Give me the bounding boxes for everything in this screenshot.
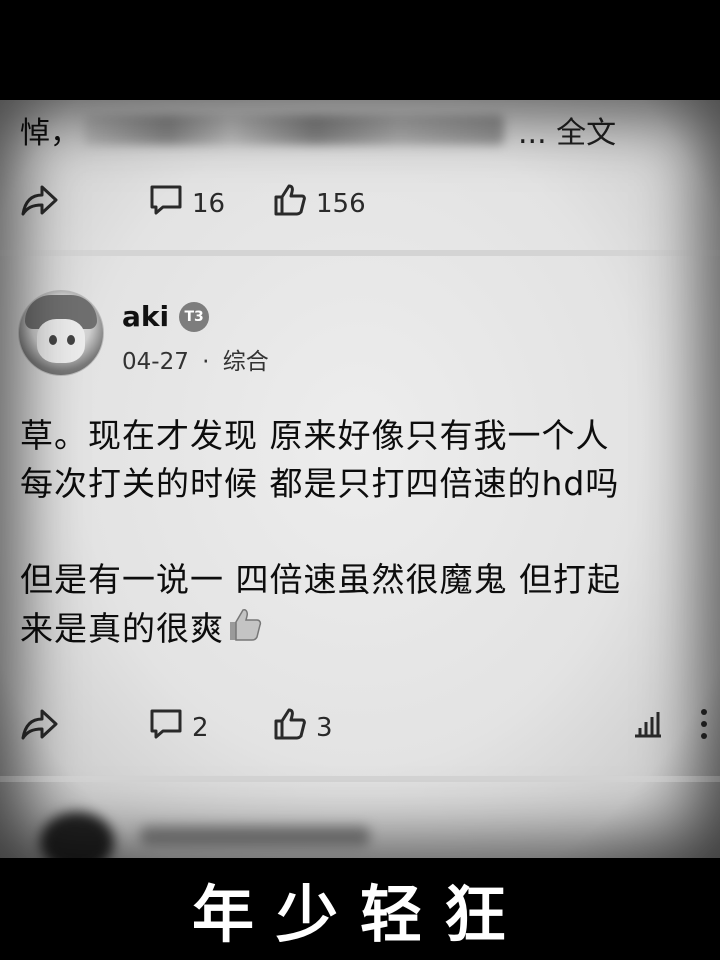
post-category[interactable]: 综合: [223, 349, 269, 375]
post-divider: [0, 776, 720, 782]
comment-count: 16: [192, 188, 226, 219]
post-line-last: 来是真的很爽: [20, 604, 710, 657]
like-icon: [272, 706, 308, 749]
share-icon: [20, 182, 60, 222]
more-button[interactable]: [698, 706, 710, 746]
video-caption: 年少轻狂: [0, 858, 720, 960]
share-icon: [20, 706, 60, 746]
top-black-bar: [0, 0, 720, 100]
thumbs-up-emoji: [224, 604, 264, 657]
phone-screen: 悼， ... 全文 16 156 aki T3 04-27 · 综合 草。现在才…: [0, 100, 720, 858]
level-badge: T3: [179, 301, 210, 332]
stats-button[interactable]: [632, 708, 664, 744]
post-line: 但是有一说一 四倍速虽然很魔鬼 但打起: [20, 560, 621, 599]
more-icon: [698, 706, 710, 746]
stats-icon: [632, 708, 664, 744]
username[interactable]: aki T3: [122, 300, 210, 333]
comment-icon: [148, 706, 184, 749]
meta-separator: ·: [202, 349, 210, 375]
comment-button[interactable]: 16: [148, 182, 225, 225]
previous-post-text[interactable]: 悼， ... 全文: [20, 108, 616, 152]
full-text-link[interactable]: ... 全文: [518, 108, 616, 152]
share-button[interactable]: [20, 182, 60, 222]
post-line: 草。现在才发现 原来好像只有我一个人: [20, 416, 610, 455]
post-comment-count: 2: [192, 712, 209, 743]
post-meta: 04-27 · 综合: [122, 342, 269, 376]
post-like-button[interactable]: 3: [272, 706, 333, 749]
post-divider: [0, 250, 720, 256]
avatar[interactable]: [18, 290, 104, 376]
comment-icon: [148, 182, 184, 225]
post-date: 04-27: [122, 349, 189, 375]
like-button[interactable]: 156: [272, 182, 366, 225]
next-post-username[interactable]: [140, 826, 370, 846]
blurred-text: [84, 115, 504, 145]
next-post-avatar[interactable]: [40, 812, 114, 858]
post-share-button[interactable]: [20, 706, 60, 746]
previous-post-text-start: 悼，: [20, 116, 80, 151]
post-body[interactable]: 草。现在才发现 原来好像只有我一个人 每次打关的时候 都是只打四倍速的hd吗 但…: [20, 412, 710, 657]
post-line: 来是真的很爽: [20, 609, 224, 648]
post-line: 每次打关的时候 都是只打四倍速的hd吗: [20, 464, 620, 503]
like-icon: [272, 182, 308, 225]
like-count: 156: [316, 188, 366, 219]
post-comment-button[interactable]: 2: [148, 706, 209, 749]
post-like-count: 3: [316, 712, 333, 743]
username-text: aki: [122, 300, 170, 333]
